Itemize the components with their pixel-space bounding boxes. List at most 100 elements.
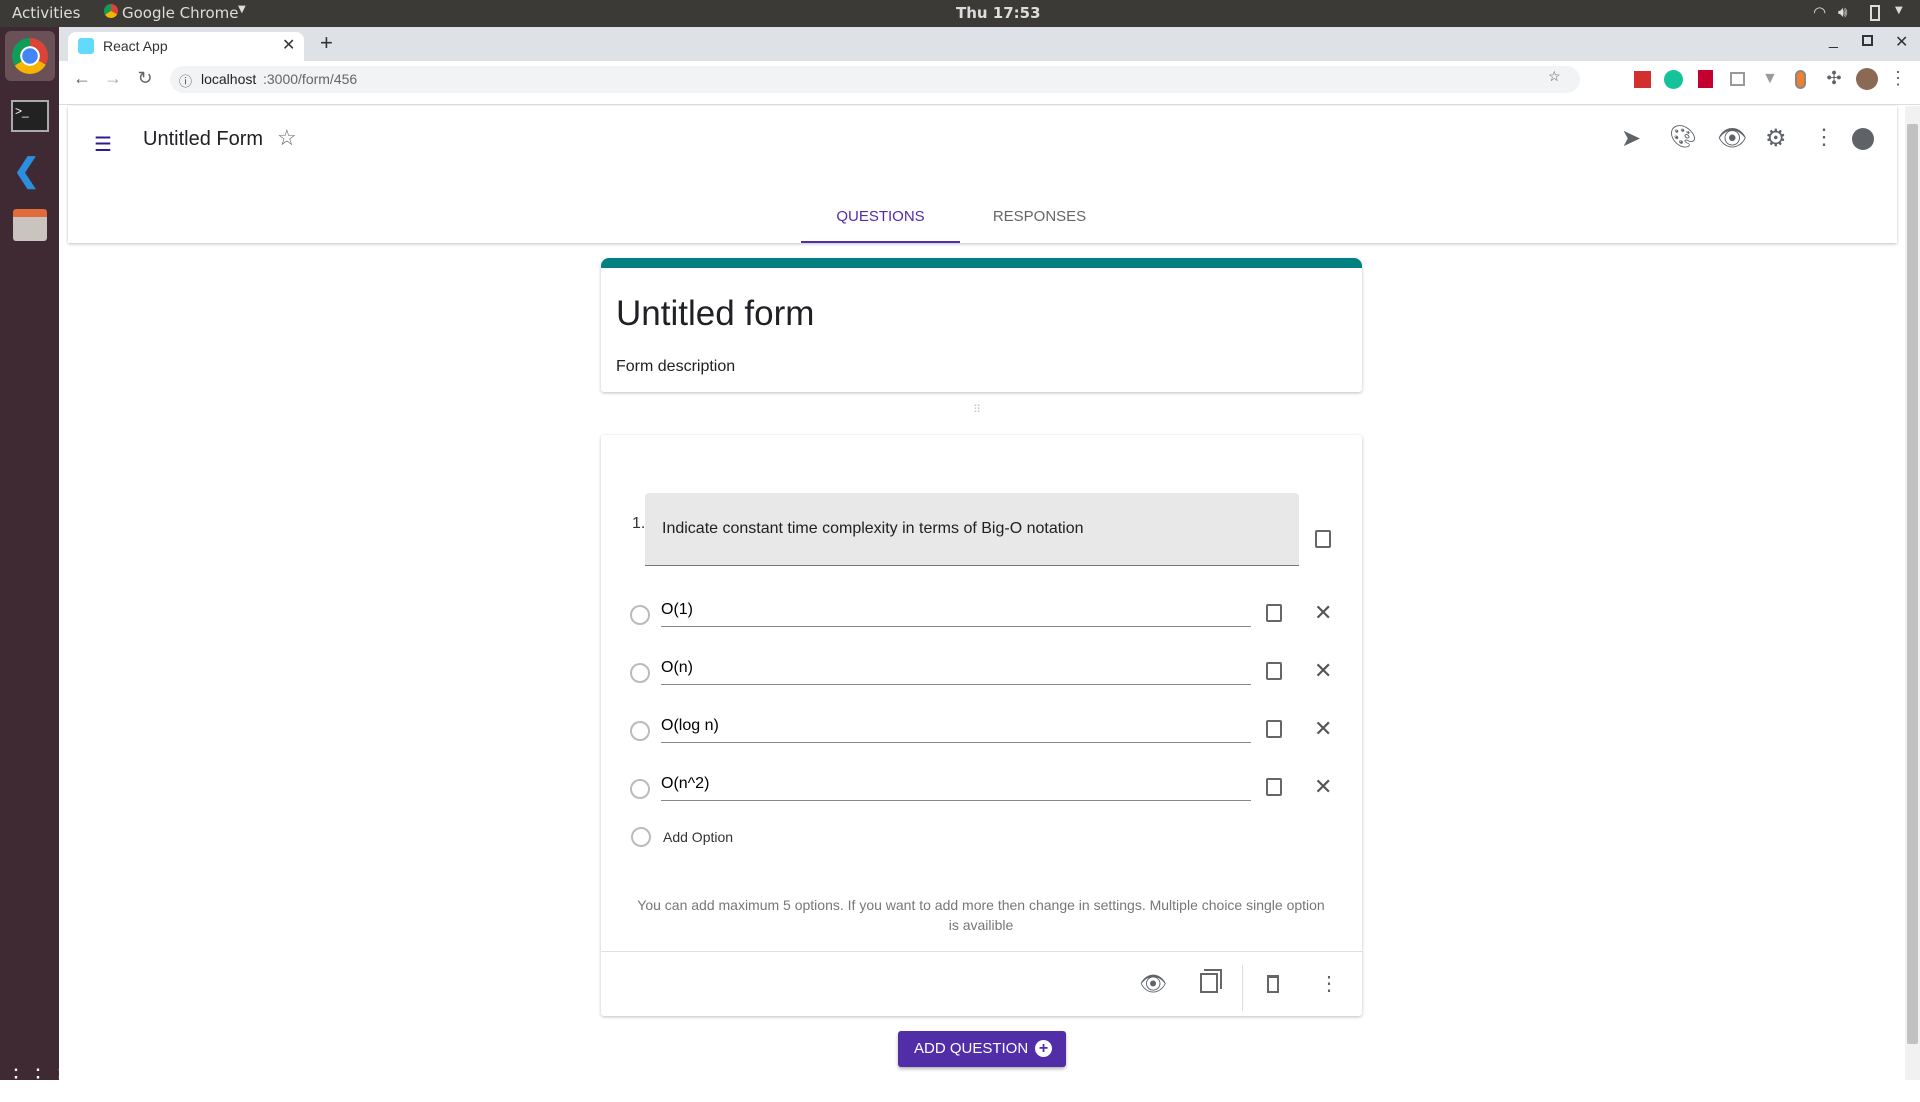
- option-underline: [661, 684, 1251, 685]
- radio-button[interactable]: [630, 779, 650, 799]
- tab-title: React App: [103, 38, 168, 54]
- dock-terminal[interactable]: >_: [5, 92, 55, 142]
- wifi-icon[interactable]: ◠: [1813, 3, 1826, 21]
- add-option-button[interactable]: Add Option: [663, 829, 733, 845]
- option-underline: [661, 742, 1251, 743]
- add-image-icon[interactable]: [1266, 662, 1282, 680]
- remove-option-icon[interactable]: ✕: [1314, 774, 1332, 800]
- profile-avatar[interactable]: [1856, 68, 1878, 90]
- restore-button[interactable]: [1862, 35, 1873, 46]
- option-underline: [661, 626, 1251, 627]
- delete-icon[interactable]: [1267, 975, 1279, 993]
- account-circle-icon[interactable]: [1852, 128, 1874, 150]
- dock-files[interactable]: [5, 199, 55, 249]
- radio-button[interactable]: [630, 721, 650, 741]
- minimize-button[interactable]: _: [1829, 32, 1838, 50]
- add-question-label: ADD QUESTION: [914, 1040, 1029, 1057]
- palette-icon[interactable]: 🎨︎: [1669, 124, 1697, 150]
- duplicate-icon[interactable]: [1200, 973, 1218, 993]
- add-image-icon[interactable]: [1266, 720, 1282, 738]
- add-image-icon[interactable]: [1266, 778, 1282, 796]
- chrome-icon: [104, 4, 118, 18]
- option-input[interactable]: O(1): [661, 601, 693, 619]
- address-bar[interactable]: ⓘ localhost :3000/form/456 ☆: [170, 66, 1580, 93]
- option-underline: [661, 800, 1251, 801]
- tab-questions[interactable]: QUESTIONS: [801, 200, 960, 243]
- settings-gear-icon[interactable]: ⚙: [1765, 124, 1787, 153]
- dock: >_ ❮ ⋮⋮⋮: [0, 27, 71, 1089]
- reload-button[interactable]: ↻: [133, 68, 157, 89]
- angular-icon[interactable]: [1698, 70, 1713, 88]
- activities-button[interactable]: Activities: [12, 4, 80, 22]
- bookmark-star-icon[interactable]: ☆: [1548, 68, 1561, 85]
- add-image-icon[interactable]: [1266, 604, 1282, 622]
- page-scrollbar[interactable]: [1905, 106, 1920, 1080]
- forward-button[interactable]: →: [101, 68, 125, 89]
- divider: [601, 951, 1362, 952]
- add-question-button[interactable]: ADD QUESTION +: [898, 1031, 1066, 1067]
- chevron-down-icon: ▼: [238, 4, 246, 15]
- app-menu[interactable]: Google Chrome: [122, 4, 239, 22]
- option-input[interactable]: O(n): [661, 659, 693, 677]
- battery-icon[interactable]: [1870, 5, 1880, 21]
- more-vert-icon[interactable]: ⋮: [1319, 971, 1339, 996]
- divider: [1242, 965, 1243, 1011]
- system-menu-icon[interactable]: ▼: [1895, 5, 1903, 16]
- close-tab-icon[interactable]: ✕: [282, 35, 295, 55]
- url-host: localhost: [201, 71, 257, 87]
- star-icon[interactable]: ☆: [277, 125, 297, 151]
- option-row: O(n^2) ✕: [601, 771, 1362, 811]
- tab-responses[interactable]: RESPONSES: [960, 200, 1119, 243]
- radio-button[interactable]: [630, 605, 650, 625]
- remove-option-icon[interactable]: ✕: [1314, 658, 1332, 684]
- show-apps-icon[interactable]: ⋮⋮⋮: [5, 1052, 71, 1102]
- add-option-radio: [631, 827, 651, 847]
- remove-option-icon[interactable]: ✕: [1314, 600, 1332, 626]
- files-icon: [13, 209, 47, 241]
- new-tab-button[interactable]: +: [320, 30, 333, 56]
- back-button[interactable]: ←: [70, 68, 94, 89]
- option-input[interactable]: O(n^2): [661, 775, 709, 793]
- os-top-bar: Activities Google Chrome ▼ Thu 17:53 ◠ 🔊…: [0, 0, 1920, 27]
- info-icon: ⓘ: [179, 74, 193, 89]
- url-path: :3000/form/456: [263, 71, 358, 87]
- extensions-puzzle-icon[interactable]: ✣: [1823, 68, 1845, 89]
- form-header-card: Untitled form Form description: [601, 258, 1362, 392]
- close-window-button[interactable]: ✕: [1895, 32, 1908, 52]
- clock[interactable]: Thu 17:53: [956, 4, 1041, 22]
- add-image-icon[interactable]: [1315, 530, 1331, 548]
- question-card: 1. Indicate constant time complexity in …: [601, 435, 1362, 1016]
- terminal-icon: >_: [11, 100, 49, 132]
- volume-icon[interactable]: 🔊︎: [1838, 3, 1847, 21]
- drag-handle-icon[interactable]: ⠿: [973, 403, 981, 416]
- grammarly-icon[interactable]: [1664, 70, 1683, 89]
- chrome-icon: [12, 38, 48, 74]
- more-vert-icon[interactable]: ⋮: [1813, 124, 1835, 150]
- browser-tab[interactable]: React App ✕: [68, 32, 304, 61]
- dock-chrome[interactable]: [5, 31, 55, 81]
- radio-button[interactable]: [630, 663, 650, 683]
- extension-icon[interactable]: [1730, 72, 1745, 86]
- option-row: O(n) ✕: [601, 655, 1362, 695]
- preview-eye-icon[interactable]: 👁︎: [1717, 124, 1747, 153]
- form-description[interactable]: Form description: [616, 358, 735, 376]
- vue-icon[interactable]: ▼: [1762, 70, 1778, 88]
- chrome-menu-icon[interactable]: ⋮: [1888, 68, 1908, 89]
- preview-eye-icon[interactable]: 👁︎: [1139, 971, 1167, 997]
- menu-list-icon[interactable]: ☰: [94, 132, 112, 157]
- question-number: 1.: [632, 515, 646, 532]
- remove-option-icon[interactable]: ✕: [1314, 716, 1332, 742]
- options-helper-text: You can add maximum 5 options. If you wa…: [637, 897, 1325, 933]
- dock-vscode[interactable]: ❮: [5, 145, 55, 195]
- vscode-icon: ❮: [13, 152, 40, 188]
- question-input[interactable]: Indicate constant time complexity in ter…: [645, 493, 1299, 566]
- app-title[interactable]: Untitled Form: [143, 128, 263, 151]
- add-circle-icon: +: [1035, 1040, 1052, 1057]
- option-input[interactable]: O(log n): [661, 717, 719, 735]
- send-icon[interactable]: ➤: [1621, 124, 1641, 153]
- react-icon: [78, 38, 94, 54]
- extension-icon[interactable]: [1634, 71, 1651, 88]
- app-header: ☰ Untitled Form ☆ ➤ 🎨︎ 👁︎ ⚙ ⋮ QUESTIONS …: [68, 106, 1897, 243]
- extension-icon[interactable]: [1795, 70, 1806, 89]
- form-title[interactable]: Untitled form: [616, 294, 814, 334]
